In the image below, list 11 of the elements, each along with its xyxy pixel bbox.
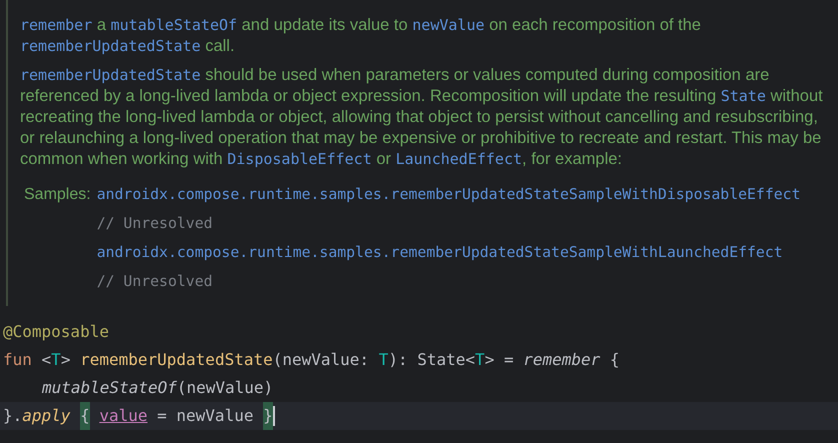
doc-paragraph: remember a mutableStateOf and update its value to newValue on each recomposition of the rememberUpdatedState call. (20, 15, 702, 57)
code-line: fun <T> rememberUpdatedState(newValue: T): State<T> = remember { (2, 349, 621, 371)
samples-label: Samples: (23, 185, 91, 205)
code-comment: // Unresolved (96, 214, 214, 234)
sample-link[interactable]: androidx.compose.runtime.samples.rememberUpdatedStateSampleWithLaunchedEffect (96, 238, 800, 267)
doc-paragraph: rememberUpdatedState should be used when parameters or values computed during composition are referenced by a long-lived lambda or object expression. Recomposition will update the resulting State without recreating the long-lived lambda or object, allowing that object to persist without cancelling and resubscribing, or relaunching a long-lived operation that may be expensive or prohibitive to recreate and restart. This may be common when working with DisposableEffect or LaunchedEffect, for example: (20, 65, 824, 170)
code-comment: // Unresolved (96, 272, 214, 292)
sample-link[interactable]: androidx.compose.runtime.samples.rememberUpdatedStateSampleWithDisposableEffect (96, 180, 800, 209)
code-line: @Composable (2, 321, 110, 343)
code-line: mutableStateOf(newValue) (41, 377, 274, 399)
text-cursor (272, 406, 275, 426)
